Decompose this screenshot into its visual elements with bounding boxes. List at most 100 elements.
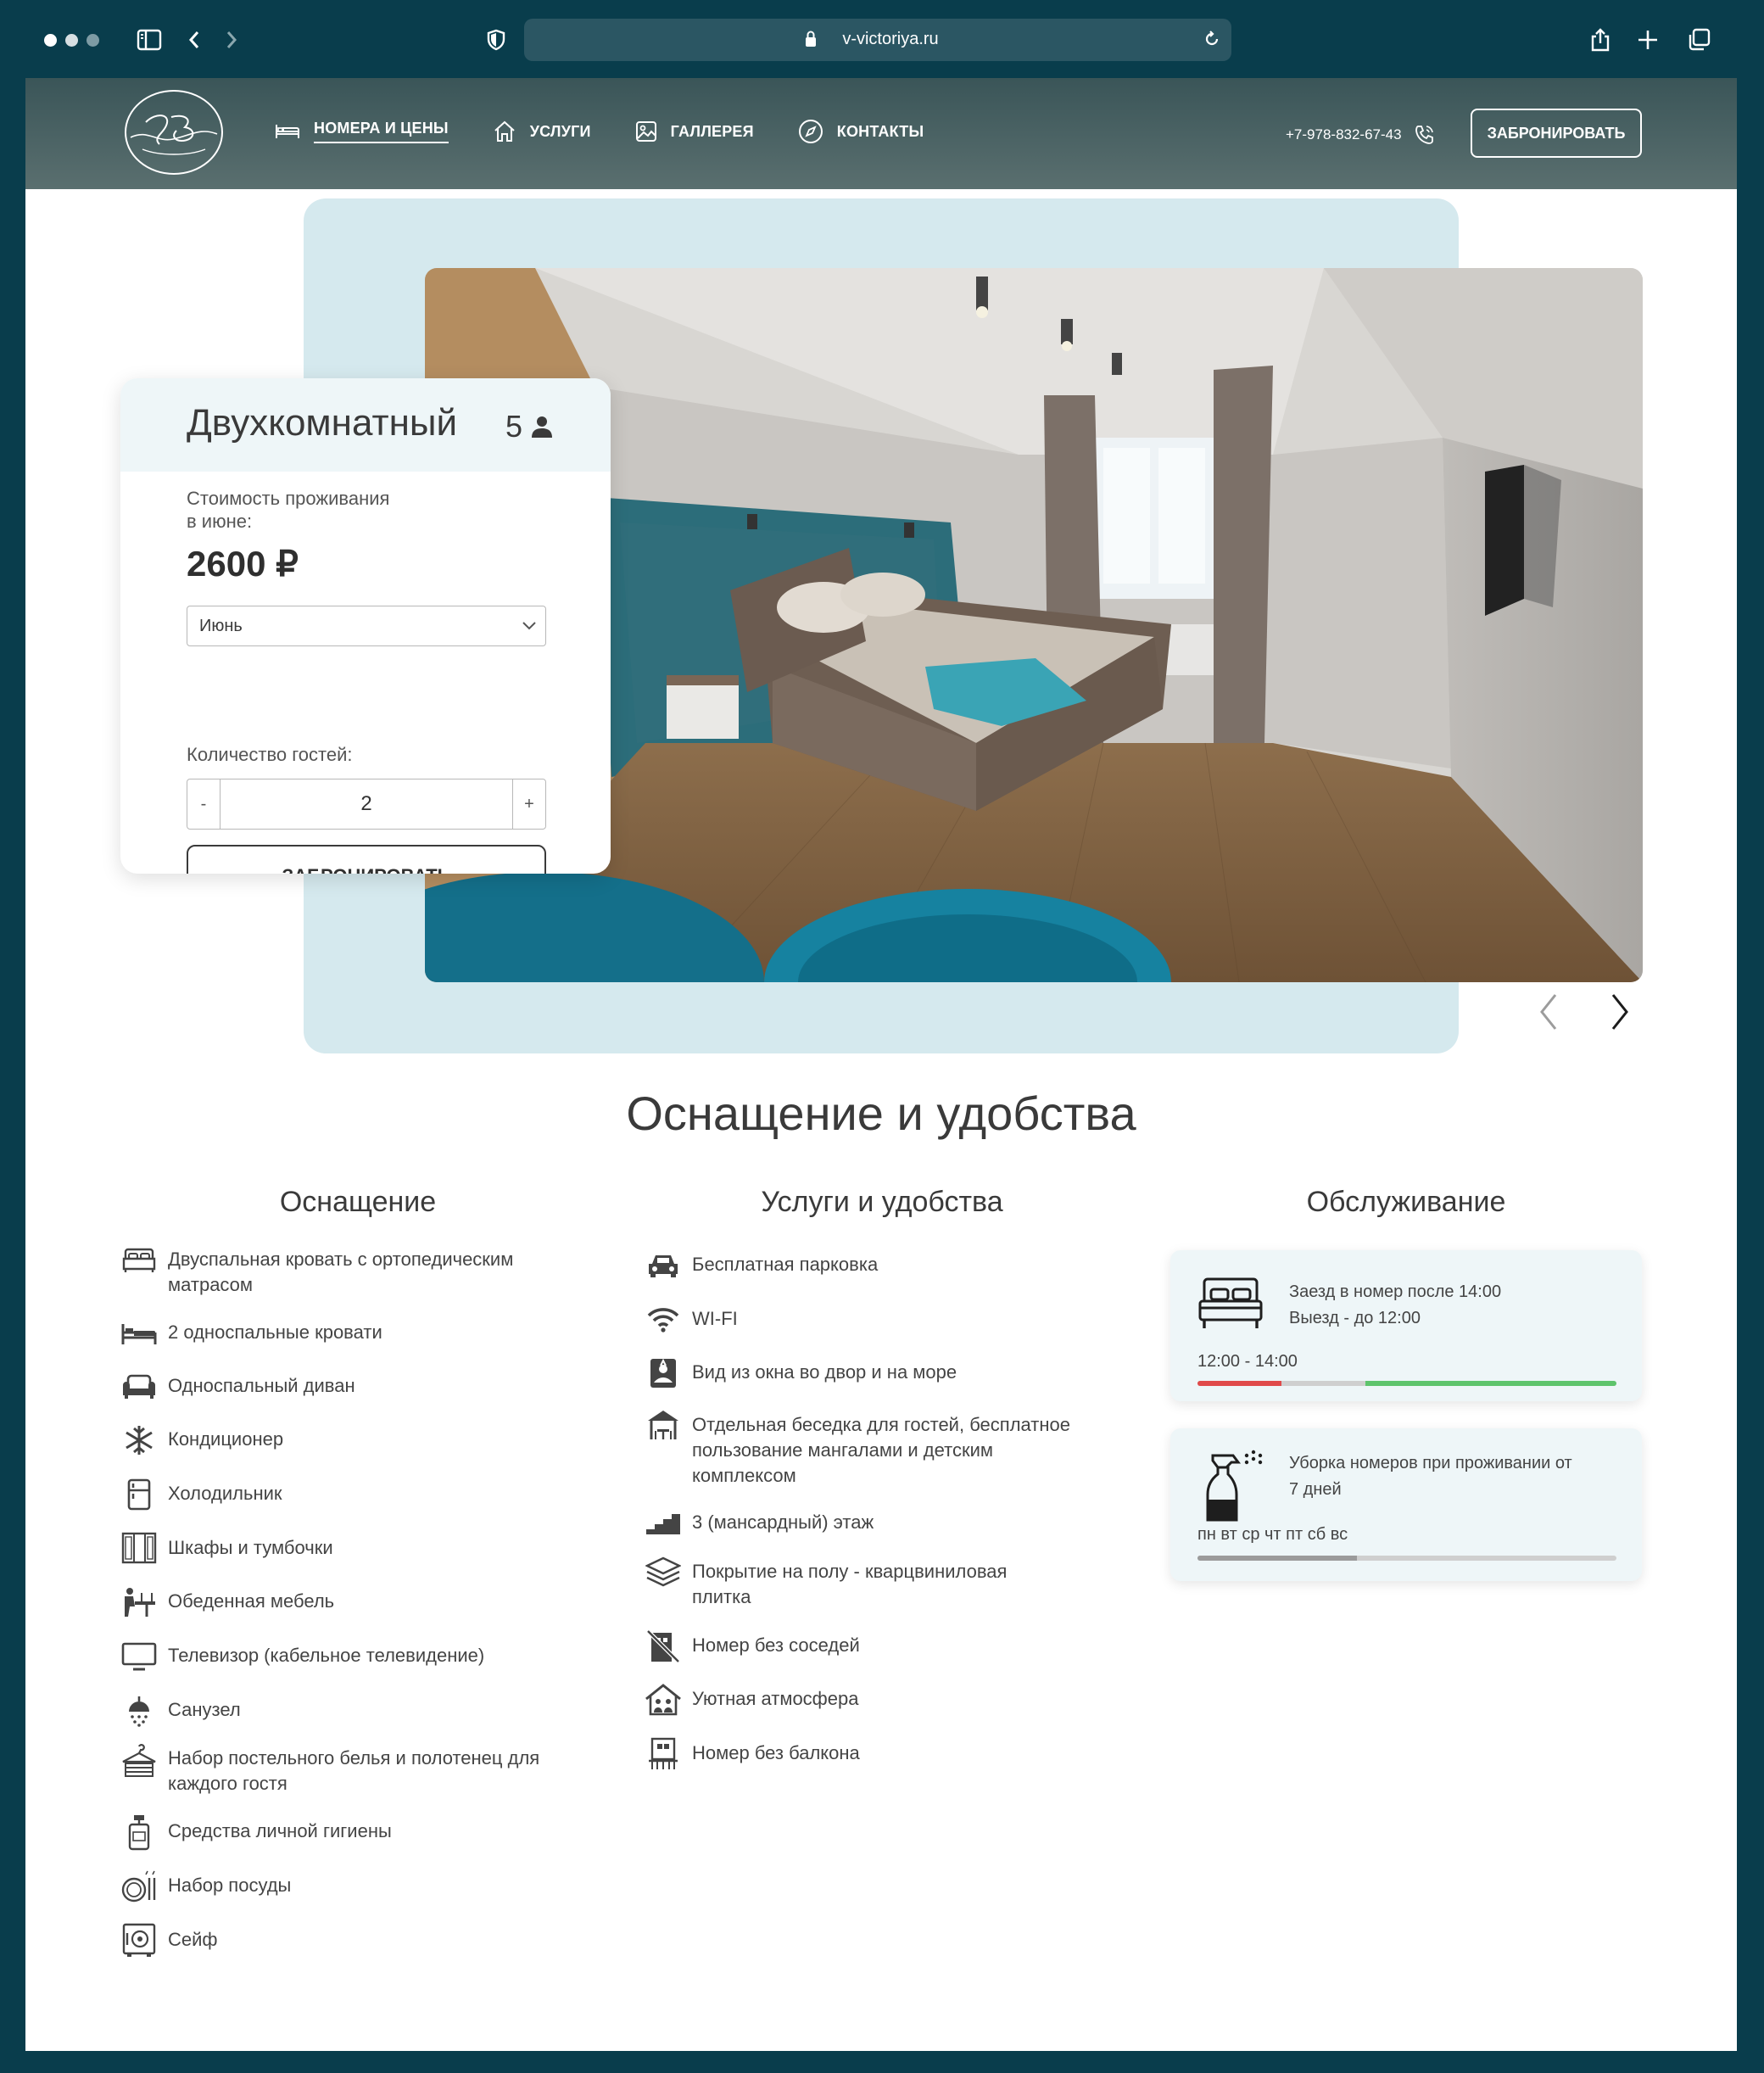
single-bed-icon	[120, 1316, 158, 1350]
site-header: НОМЕРА И ЦЕНЫ УСЛУГИ ГАЛЛЕРЕЯ КОНТАКТЫ +…	[25, 78, 1737, 189]
item-line: Шкафы и тумбочки	[168, 1537, 333, 1558]
dishes-icon	[120, 1869, 158, 1903]
item-line: 3 (мансардный) этаж	[692, 1511, 874, 1533]
sidebar-icon[interactable]	[135, 25, 164, 54]
share-icon[interactable]	[1586, 25, 1615, 54]
double-bed-icon	[120, 1243, 158, 1277]
guests-increment-button[interactable]: +	[512, 779, 546, 830]
shower-icon	[120, 1694, 158, 1728]
checkout-line: Выезд - до 12:00	[1289, 1309, 1421, 1327]
guests-count-input[interactable]: 2	[220, 779, 513, 830]
chevron-right-icon	[1611, 994, 1628, 1030]
booking-card-header: Двухкомнатный 5	[120, 378, 611, 472]
list-item: Односпальный диван	[120, 1373, 355, 1404]
item-line: Отдельная беседка для гостей, бесплатное	[692, 1414, 1070, 1435]
home-icon	[494, 120, 515, 142]
car-icon	[645, 1249, 682, 1282]
list-item: Средства личной гигиены	[120, 1815, 392, 1851]
checkin-timeline-bar	[1197, 1381, 1616, 1386]
list-item: Вид из окна во двор и на море	[645, 1358, 957, 1390]
list-item: Набор постельного белья и полотенец для к…	[120, 1744, 540, 1796]
main-nav: НОМЕРА И ЦЕНЫ УСЛУГИ ГАЛЛЕРЕЯ КОНТАКТЫ	[275, 119, 968, 144]
nav-contacts[interactable]: КОНТАКТЫ	[798, 119, 924, 144]
safe-icon	[120, 1923, 158, 1958]
bed-icon	[1197, 1276, 1264, 1339]
list-item: Набор посуды	[120, 1870, 291, 1903]
chevron-left-icon	[1540, 994, 1557, 1030]
nav-services[interactable]: УСЛУГИ	[493, 120, 591, 143]
list-item: Отдельная беседка для гостей, бесплатное…	[645, 1411, 1070, 1489]
item-line: Сейф	[168, 1929, 218, 1950]
checkin-bar-green	[1365, 1381, 1616, 1386]
list-item: Двуспальная кровать с ортопедическим матр…	[120, 1247, 513, 1298]
list-item: Холодильник	[120, 1478, 282, 1511]
month-select-value: Июнь	[199, 616, 243, 635]
item-line: Набор постельного белья и полотенец для	[168, 1747, 540, 1768]
list-item: Обеденная мебель	[120, 1588, 335, 1619]
back-icon[interactable]	[180, 25, 209, 54]
header-book-button[interactable]: ЗАБРОНИРОВАТЬ	[1471, 109, 1642, 158]
nav-gallery[interactable]: ГАЛЛЕРЕЯ	[635, 120, 754, 142]
guests-decrement-button[interactable]: -	[187, 779, 220, 830]
room-title: Двухкомнатный	[187, 402, 458, 444]
site-logo[interactable]	[122, 88, 226, 176]
no-neighbors-icon	[645, 1629, 682, 1663]
phone-icon	[1415, 126, 1433, 144]
checkin-card: Заезд в номер после 14:00 Выезд - до 12:…	[1170, 1250, 1642, 1401]
cleaning-line: 7 дней	[1289, 1480, 1342, 1499]
cleaning-bar-fill	[1197, 1556, 1357, 1561]
equipment-title: Оснащение	[279, 1186, 437, 1218]
list-item: 2 односпальные кровати	[120, 1320, 382, 1350]
services-title: Услуги и удобства	[761, 1186, 1003, 1218]
privacy-shield-icon[interactable]	[482, 25, 511, 54]
price-label-line1: Стоимость проживания	[187, 488, 390, 509]
item-line: Номер без соседей	[692, 1634, 860, 1656]
room-price: 2600 ₽	[187, 544, 299, 584]
month-select[interactable]: Июнь	[187, 606, 546, 646]
phone-link[interactable]: +7-978-832-67-43	[1286, 124, 1436, 146]
item-line: Бесплатная парковка	[692, 1254, 879, 1275]
phone-number: +7-978-832-67-43	[1286, 126, 1402, 142]
list-item: Покрытие на полу - кварцвиниловая плитка	[645, 1556, 1008, 1610]
compass-icon	[798, 120, 823, 143]
prev-photo-button[interactable]	[1532, 988, 1566, 1036]
nav-label: ГАЛЛЕРЕЯ	[670, 122, 754, 140]
list-item: Кондиционер	[120, 1426, 283, 1457]
wardrobe-icon	[120, 1532, 158, 1566]
view-icon	[645, 1356, 682, 1390]
checkin-bar-red	[1197, 1381, 1281, 1386]
item-line: Номер без балкона	[692, 1742, 860, 1763]
chevron-down-icon	[522, 622, 536, 630]
fridge-icon	[120, 1478, 158, 1511]
guests-stepper: - 2 +	[187, 779, 546, 830]
maintenance-title: Обслуживание	[1306, 1186, 1506, 1218]
item-line: пользование мангалами и детским	[692, 1439, 993, 1461]
forward-icon[interactable]	[217, 25, 246, 54]
snowflake-icon	[120, 1423, 158, 1457]
item-line: Вид из окна во двор и на море	[692, 1361, 957, 1383]
list-item: Сейф	[120, 1923, 218, 1958]
cleaning-days: пн вт ср чт пт сб вс	[1197, 1525, 1348, 1544]
nav-rooms-prices[interactable]: НОМЕРА И ЦЕНЫ	[275, 120, 449, 143]
web-page: НОМЕРА И ЦЕНЫ УСЛУГИ ГАЛЛЕРЕЯ КОНТАКТЫ +…	[25, 78, 1737, 2051]
address-bar[interactable]: v-victoriya.ru	[524, 19, 1231, 61]
price-label: Стоимость проживания в июне:	[187, 487, 389, 533]
url-text: v-victoriya.ru	[842, 30, 939, 48]
window-controls[interactable]	[44, 34, 99, 47]
new-tab-icon[interactable]	[1633, 25, 1662, 54]
sofa-icon	[120, 1370, 158, 1404]
item-line: Обеденная мебель	[168, 1590, 335, 1612]
spray-bottle-icon	[1201, 1449, 1265, 1526]
card-book-button[interactable]: ЗАБРОНИРОВАТЬ	[187, 845, 546, 874]
nav-label: УСЛУГИ	[529, 122, 591, 140]
checkin-text: Заезд в номер после 14:00 Выезд - до 12:…	[1289, 1279, 1501, 1332]
next-photo-button[interactable]	[1603, 988, 1637, 1036]
item-line: Покрытие на полу - кварцвиниловая	[692, 1561, 1008, 1582]
item-line: матрасом	[168, 1274, 254, 1295]
item-line: WI-FI	[692, 1308, 738, 1329]
list-item: Номер без соседей	[645, 1629, 860, 1663]
list-item: Санузел	[120, 1694, 241, 1728]
wifi-icon	[645, 1303, 682, 1337]
tabs-overview-icon[interactable]	[1684, 25, 1713, 54]
reload-icon[interactable]	[1203, 30, 1221, 53]
